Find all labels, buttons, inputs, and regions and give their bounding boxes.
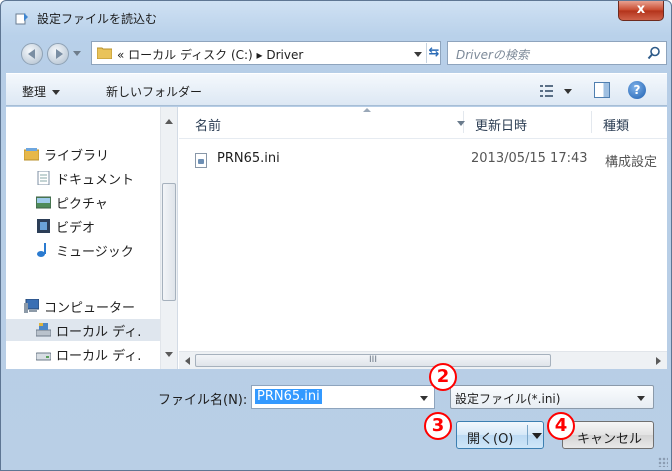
cancel-button-label: キャンセル bbox=[577, 432, 643, 447]
cancel-button[interactable]: キャンセル bbox=[562, 421, 654, 449]
address-path: « ローカル ディスク (C:) ▸ Driver bbox=[117, 48, 304, 62]
search-placeholder: Driverの検索 bbox=[456, 48, 529, 62]
scroll-up-icon[interactable] bbox=[165, 119, 173, 124]
window-title: 設定ファイルを読込む bbox=[37, 12, 158, 26]
scroll-down-icon[interactable] bbox=[165, 352, 173, 357]
title-bar: 設定ファイルを読込む x bbox=[1, 1, 671, 33]
close-button[interactable]: x bbox=[618, 1, 664, 21]
music-icon bbox=[37, 243, 46, 257]
open-button-label: 開く(O) bbox=[467, 432, 514, 447]
file-list: 名前 更新日時 種類 PRN65.ini 2013/05/15 17:43 構成… bbox=[179, 107, 667, 369]
navigation-pane: ライブラリ ドキュメント ピクチャ ビデオ ミュージック コンピューター ローカ… bbox=[6, 107, 178, 369]
resize-grip-icon[interactable] bbox=[658, 457, 668, 467]
computer-icon bbox=[24, 299, 39, 313]
address-dropdown-icon[interactable] bbox=[414, 52, 422, 57]
sidebar-item-label: ミュージック bbox=[56, 245, 134, 260]
file-name: PRN65.ini bbox=[217, 151, 280, 166]
callout-2: 2 bbox=[429, 363, 457, 391]
callout-3: 3 bbox=[424, 412, 452, 440]
view-options-icon[interactable] bbox=[538, 82, 576, 100]
command-toolbar: 整理 新しいフォルダー ? bbox=[6, 73, 667, 106]
documents-icon bbox=[37, 171, 50, 185]
refresh-button[interactable]: ⇆ bbox=[426, 43, 441, 63]
pictures-icon bbox=[36, 196, 51, 209]
sidebar-item-local-disk-c[interactable]: ローカル ディ. bbox=[6, 319, 160, 341]
file-open-dialog: 設定ファイルを読込む x « ローカル ディスク (C:) ▸ Driver ⇆… bbox=[0, 0, 672, 471]
column-type[interactable]: 種類 bbox=[603, 115, 629, 134]
back-arrow-icon bbox=[28, 49, 35, 59]
sidebar-item-label: ローカル ディ. bbox=[56, 325, 142, 340]
sidebar-item-label: ドキュメント bbox=[56, 173, 135, 188]
file-type: 構成設定 bbox=[605, 155, 658, 170]
folder-icon bbox=[97, 47, 112, 59]
local-disk-icon bbox=[36, 323, 51, 337]
sidebar-item-label: ピクチャ bbox=[56, 197, 108, 212]
scroll-thumb[interactable] bbox=[162, 183, 176, 301]
chevron-down-icon[interactable] bbox=[532, 433, 542, 439]
horizontal-scrollbar[interactable]: III bbox=[179, 351, 667, 369]
file-date: 2013/05/15 17:43 bbox=[471, 151, 588, 166]
drive-icon bbox=[36, 352, 51, 361]
organize-button[interactable]: 整理 bbox=[22, 83, 61, 100]
search-icon[interactable] bbox=[647, 46, 661, 60]
filename-value: PRN65.ini bbox=[255, 389, 322, 404]
scroll-right-icon[interactable] bbox=[656, 357, 661, 365]
callout-4: 4 bbox=[547, 412, 575, 440]
search-input[interactable]: Driverの検索 bbox=[447, 41, 667, 65]
scroll-left-icon[interactable] bbox=[185, 357, 190, 365]
back-button[interactable] bbox=[21, 43, 43, 65]
preview-pane-icon[interactable] bbox=[594, 82, 610, 98]
split-divider bbox=[527, 425, 528, 445]
column-divider[interactable] bbox=[591, 111, 592, 133]
filename-field[interactable]: PRN65.ini bbox=[251, 385, 435, 409]
nav-vertical-scrollbar[interactable] bbox=[160, 107, 177, 369]
videos-icon bbox=[37, 219, 50, 233]
chevron-down-icon bbox=[637, 396, 645, 401]
forward-button[interactable] bbox=[47, 43, 69, 65]
ini-file-icon bbox=[195, 153, 207, 168]
open-button[interactable]: 開く(O) bbox=[456, 421, 544, 449]
recent-pages-dropdown[interactable] bbox=[73, 51, 81, 56]
column-date[interactable]: 更新日時 bbox=[475, 115, 527, 134]
address-bar[interactable]: « ローカル ディスク (C:) ▸ Driver ⇆ bbox=[91, 41, 441, 65]
library-icon bbox=[24, 148, 39, 161]
scroll-thumb[interactable]: III bbox=[195, 354, 551, 367]
chevron-down-icon[interactable] bbox=[420, 396, 428, 401]
column-name[interactable]: 名前 bbox=[195, 115, 221, 134]
sidebar-item-label: コンピューター bbox=[44, 301, 136, 316]
organize-label: 整理 bbox=[22, 85, 47, 99]
filetype-select[interactable]: 設定ファイル(*.ini) bbox=[450, 385, 654, 409]
filename-label: ファイル名(N): bbox=[158, 393, 248, 408]
column-header: 名前 更新日時 種類 bbox=[179, 107, 667, 139]
sort-ascending-icon bbox=[363, 108, 371, 112]
sidebar-item-label: ローカル ディ. bbox=[56, 349, 142, 364]
sidebar-item-label: ビデオ bbox=[56, 221, 96, 236]
table-row[interactable]: PRN65.ini 2013/05/15 17:43 構成設定 bbox=[187, 149, 667, 171]
chevron-down-icon bbox=[52, 90, 61, 95]
app-icon bbox=[15, 13, 28, 25]
help-button[interactable]: ? bbox=[628, 81, 646, 99]
forward-arrow-icon bbox=[56, 49, 63, 59]
sidebar-item-label: ライブラリ bbox=[44, 149, 110, 164]
chevron-down-icon[interactable] bbox=[457, 121, 465, 126]
filetype-value: 設定ファイル(*.ini) bbox=[455, 392, 561, 406]
content-area: ライブラリ ドキュメント ピクチャ ビデオ ミュージック コンピューター ローカ… bbox=[6, 107, 667, 369]
new-folder-button[interactable]: 新しいフォルダー bbox=[106, 83, 202, 100]
